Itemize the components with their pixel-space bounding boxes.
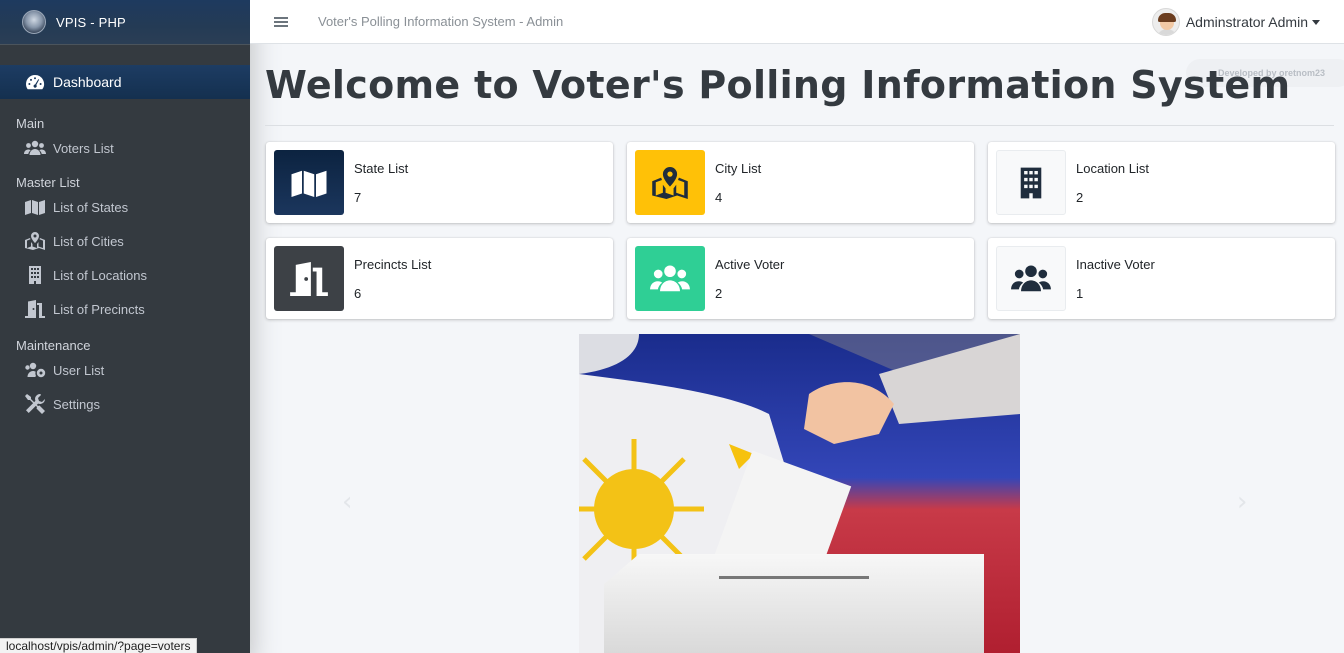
map-icon — [24, 198, 46, 216]
tachometer-icon — [24, 73, 46, 91]
door-open-icon — [274, 246, 344, 311]
sidebar-item-user-list[interactable]: User List — [0, 353, 250, 387]
sidebar-item-list-of-states[interactable]: List of States — [0, 190, 250, 224]
users-icon — [996, 246, 1066, 311]
nav-header-maintenance: Maintenance — [16, 338, 91, 353]
card-label: Precincts List — [354, 257, 432, 272]
page-title: Welcome to Voter's Polling Information S… — [265, 63, 1291, 107]
carousel-next-button[interactable]: › — [1237, 487, 1247, 517]
sidebar-item-label: User List — [53, 362, 105, 378]
carousel-prev-button[interactable]: ‹ — [342, 487, 352, 517]
user-menu-dropdown[interactable]: Adminstrator Admin — [1151, 8, 1320, 36]
menu-toggle-icon[interactable] — [274, 15, 288, 29]
sidebar-item-list-of-cities[interactable]: List of Cities — [0, 224, 250, 258]
map-icon — [274, 150, 344, 215]
divider — [265, 125, 1334, 126]
sidebar-item-label: Settings — [53, 396, 100, 412]
sidebar-item-label: List of Precincts — [53, 301, 145, 317]
topbar-title: Voter's Polling Information System - Adm… — [318, 14, 564, 29]
info-card-inactive-voter: Inactive Voter 1 — [988, 238, 1335, 319]
tools-icon — [24, 394, 46, 414]
sidebar-item-list-of-precincts[interactable]: List of Precincts — [0, 292, 250, 326]
topbar: Voter's Polling Information System - Adm… — [250, 0, 1344, 44]
card-value: 1 — [1076, 286, 1084, 301]
brand-link[interactable]: VPIS - PHP — [0, 0, 250, 45]
info-card-state-list: State List 7 — [266, 142, 613, 223]
card-label: Inactive Voter — [1076, 257, 1155, 272]
sidebar-item-list-of-locations[interactable]: List of Locations — [0, 258, 250, 292]
sidebar-item-label: Voters List — [53, 140, 114, 156]
sidebar-item-voters-list[interactable]: Voters List — [0, 131, 250, 165]
card-label: Location List — [1076, 161, 1149, 176]
card-label: City List — [715, 161, 762, 176]
info-card-city-list: City List 4 — [627, 142, 974, 223]
sidebar: VPIS - PHP Dashboard Main Voters List Ma… — [0, 0, 250, 653]
sidebar-item-label: Dashboard — [53, 74, 122, 90]
building-icon — [996, 150, 1066, 215]
carousel-image — [579, 334, 1020, 653]
card-label: Active Voter — [715, 257, 785, 272]
door-open-icon — [24, 300, 46, 318]
sidebar-item-dashboard[interactable]: Dashboard — [0, 65, 250, 99]
user-name: Adminstrator Admin — [1185, 14, 1308, 30]
users-icon — [24, 139, 46, 157]
sidebar-item-label: List of Locations — [53, 267, 147, 283]
card-value: 2 — [715, 286, 723, 301]
caret-down-icon — [1312, 19, 1320, 25]
info-card-precincts-list: Precincts List 6 — [266, 238, 613, 319]
avatar — [1151, 8, 1180, 36]
sidebar-item-label: List of Cities — [53, 233, 124, 249]
brand-logo — [22, 10, 46, 34]
card-value: 2 — [1076, 190, 1084, 205]
nav-header-master-list: Master List — [16, 175, 80, 190]
card-value: 4 — [715, 190, 723, 205]
info-card-active-voter: Active Voter 2 — [627, 238, 974, 319]
map-marked-icon — [635, 150, 705, 215]
brand-name: VPIS - PHP — [56, 14, 126, 30]
browser-status-bar: localhost/vpis/admin/?page=voters — [0, 638, 198, 653]
building-icon — [24, 266, 46, 284]
map-marked-icon — [24, 232, 46, 250]
users-icon — [635, 246, 705, 311]
card-value: 6 — [354, 286, 362, 301]
info-card-location-list: Location List 2 — [988, 142, 1335, 223]
card-value: 7 — [354, 190, 362, 205]
sidebar-item-settings[interactable]: Settings — [0, 387, 250, 421]
nav-header-main: Main — [16, 116, 45, 131]
sidebar-nav: Dashboard Main Voters List Master List L… — [0, 45, 250, 421]
sidebar-item-label: List of States — [53, 199, 129, 215]
card-label: State List — [354, 161, 409, 176]
users-cog-icon — [24, 361, 46, 379]
